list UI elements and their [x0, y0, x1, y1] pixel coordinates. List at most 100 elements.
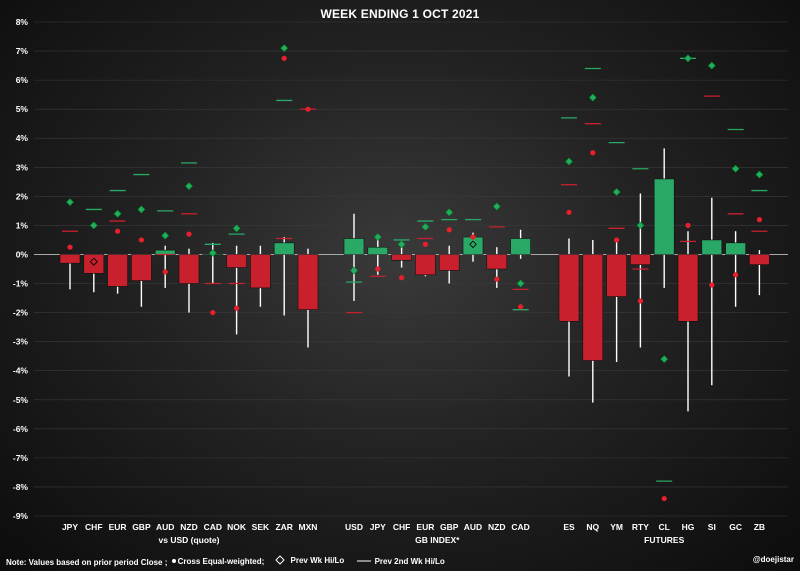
legend-cross-ew: Cross Equal-weighted; [170, 557, 264, 566]
legend-prev-2wk-label: Prev 2nd Wk Hi/Lo [374, 556, 445, 566]
dot-marker-icon [171, 559, 176, 563]
y-tick-label: -4% [13, 366, 29, 376]
y-tick-label: 6% [16, 75, 29, 85]
x-tick-label: AUD [464, 522, 482, 532]
y-tick-label: 0% [16, 249, 29, 259]
y-tick-label: 2% [16, 191, 29, 201]
candle-body [606, 254, 627, 297]
x-tick-label: NOK [227, 522, 247, 532]
x-tick-label: AUD [156, 522, 174, 532]
y-tick-label: -8% [13, 482, 29, 492]
x-tick-label: GBP [440, 522, 459, 532]
x-tick-label: JPY [370, 522, 386, 532]
candle-body [558, 254, 580, 322]
prev-wk-marker [90, 221, 98, 230]
candle-body [391, 254, 412, 261]
y-tick-label: -7% [13, 453, 29, 463]
prev-wk-marker [636, 221, 645, 230]
candle-body [131, 254, 152, 281]
x-tick-label: SI [708, 522, 716, 532]
candle-body [250, 254, 271, 289]
prev-wk-marker [137, 205, 146, 214]
candle-body [462, 236, 484, 255]
y-tick-label: 5% [16, 104, 29, 114]
candle-body [226, 254, 247, 268]
group-label: FUTURES [644, 535, 684, 545]
legend-prev-2wk: Prev 2nd Wk Hi/Lo [355, 557, 445, 566]
legend-prev-wk-label: Prev Wk Hi/Lo [290, 555, 345, 565]
cross-ew-dot [281, 55, 287, 61]
cross-ew-dot [470, 234, 476, 240]
prev-wk-marker [397, 240, 406, 249]
y-tick-label: -1% [13, 279, 29, 289]
x-tick-label: USD [345, 522, 363, 532]
x-tick-label: NQ [586, 522, 599, 532]
prev-wk-marker [755, 170, 764, 179]
prev-wk-marker [445, 208, 453, 217]
candle-body [486, 254, 508, 270]
cross-ew-dot [351, 267, 357, 274]
prev-wk-marker [421, 223, 430, 231]
x-tick-label: EUR [416, 522, 434, 532]
candle-body [343, 238, 365, 255]
author-handle: @doejistar [752, 555, 794, 564]
candle-body [677, 254, 699, 322]
prev-wk-marker [113, 210, 122, 218]
legend-prev-wk: Prev Wk Hi/Lo [274, 555, 345, 565]
prev-wk-marker [612, 188, 621, 196]
cross-ew-dot [518, 304, 524, 310]
chart-plot: 8% 7% 6% 5% 4% 3% 2% 1% 0% -1% -2% -3% -4% -5% -6% -7% -… [13, 17, 788, 545]
cross-ew-dot [210, 309, 216, 316]
y-tick-label: 8% [16, 17, 29, 27]
candle-body [653, 178, 675, 255]
cross-ew-dot [375, 266, 381, 272]
cross-ew-dot [709, 282, 715, 288]
group-label: vs USD (quote) [159, 535, 220, 545]
prev-wk-marker [493, 202, 501, 211]
cross-ew-dot [305, 106, 311, 112]
prev-wk-marker [565, 157, 573, 166]
candle-body [154, 249, 176, 255]
cross-ew-dot [446, 227, 452, 233]
diamond-marker-icon [274, 555, 285, 565]
prev-wk-marker [66, 198, 74, 206]
cross-ew-dot [590, 150, 596, 156]
y-tick-label: 3% [16, 162, 29, 172]
x-tick-label: MXN [299, 522, 318, 532]
candle-body [83, 254, 105, 274]
x-tick-label: SEK [252, 522, 270, 532]
cross-ew-dot [685, 222, 691, 229]
prev-wk-marker [684, 54, 692, 63]
candle-body [178, 254, 200, 284]
candle-body [59, 254, 81, 264]
candle-body [749, 254, 770, 265]
x-tick-label: EUR [109, 522, 127, 532]
cross-ew-dot [162, 269, 168, 275]
y-tick-label: -9% [13, 511, 29, 521]
x-tick-label: ZB [754, 522, 765, 532]
prev-wk-marker [660, 355, 668, 363]
y-tick-label: 4% [16, 133, 29, 143]
cross-ew-dot [67, 244, 73, 250]
candle-body [415, 254, 436, 276]
line-marker-icon [356, 560, 371, 562]
candle-body [582, 254, 604, 361]
y-tick-label: -2% [13, 308, 29, 318]
candle-body [107, 254, 128, 287]
cross-ew-dot [186, 231, 192, 237]
cross-ew-dot [234, 305, 240, 311]
chart-panel: WEEK ENDING 1 OCT 2021 8% 7% 6% 5% 4% 3% 2% 1% 0… [0, 0, 800, 571]
candle-body [701, 239, 723, 255]
x-tick-label: ES [563, 522, 575, 532]
x-tick-label: CAD [204, 522, 222, 532]
footer-note: Note: Values based on prior period Close… [6, 555, 453, 567]
x-tick-label: CHF [393, 522, 410, 532]
candle-body [725, 242, 746, 255]
cross-ew-dot [756, 217, 763, 223]
prev-wk-marker [589, 93, 597, 102]
x-tick-label: HG [682, 522, 695, 532]
x-tick-label: CAD [511, 522, 529, 532]
x-tick-label: JPY [62, 522, 78, 532]
y-tick-label: 1% [16, 220, 29, 230]
candle-body [273, 242, 295, 255]
